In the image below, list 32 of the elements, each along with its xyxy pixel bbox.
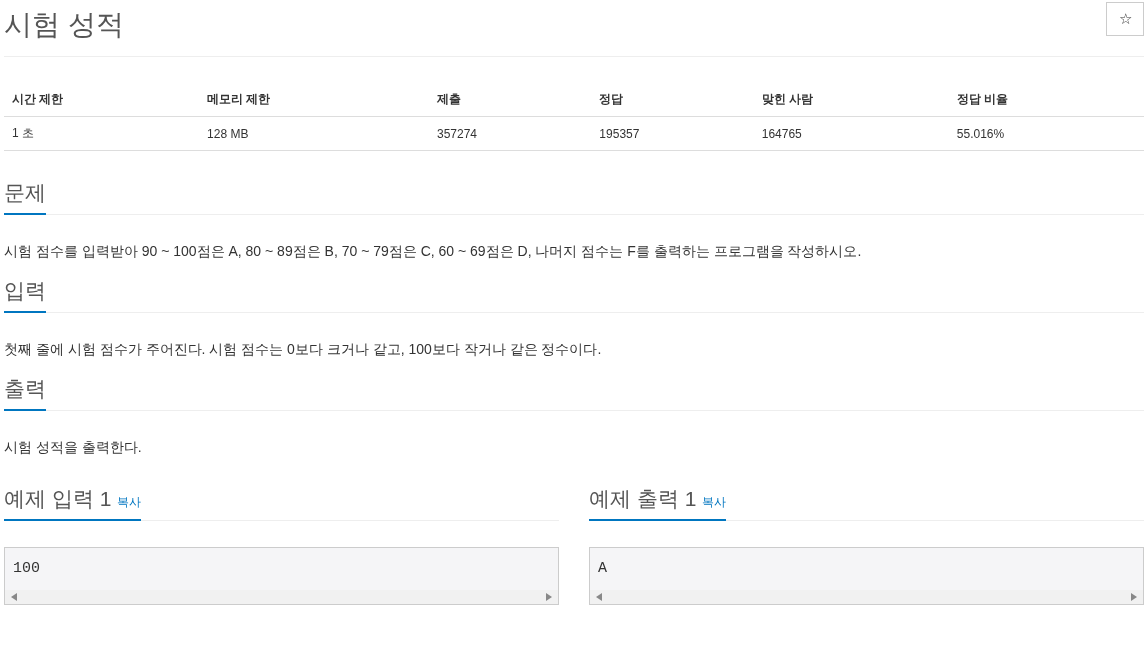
table-cell: 195357 — [591, 116, 754, 151]
section-text: 시험 성적을 출력한다. — [4, 438, 143, 457]
scrollbar[interactable] — [590, 590, 1143, 604]
table-cell: 128 MB — [199, 116, 429, 151]
right-arrow-icon[interactable] — [1131, 593, 1137, 601]
section-heading: 출력 — [4, 375, 46, 411]
sample-title: 예제 출력 1 — [589, 487, 697, 510]
section-heading: 문제 — [4, 179, 46, 215]
table-cell: 1 초 — [4, 116, 200, 151]
star-button[interactable]: ☆ — [1106, 2, 1144, 36]
column-header: 정답 — [591, 83, 754, 117]
right-arrow-icon[interactable] — [546, 593, 552, 601]
table-cell: 164765 — [753, 116, 949, 151]
page-title: 시험 성적 — [4, 8, 124, 42]
column-header: 정답 비율 — [948, 83, 1144, 117]
table-cell: 357274 — [429, 116, 592, 151]
column-header: 메모리 제한 — [199, 83, 429, 117]
table-cell: 55.016% — [948, 116, 1144, 151]
column-header: 제출 — [429, 83, 592, 117]
left-arrow-icon[interactable] — [596, 593, 602, 601]
section-text: 첫째 줄에 시험 점수가 주어진다. 시험 점수는 0보다 크거나 같고, 100보다 작거나 같은 정수이다. — [4, 340, 603, 359]
column-header: 맞힌 사람 — [753, 83, 949, 117]
left-arrow-icon[interactable] — [11, 593, 17, 601]
copy-link[interactable]: 복사 — [702, 495, 727, 509]
scrollbar[interactable] — [5, 590, 558, 604]
column-header: 시간 제한 — [4, 83, 200, 117]
section-heading: 입력 — [4, 277, 46, 313]
sample-content: A — [597, 559, 608, 579]
sample-content: 100 — [12, 559, 41, 579]
copy-link[interactable]: 복사 — [117, 495, 142, 509]
section-text: 시험 점수를 입력받아 90 ~ 100점은 A, 80 ~ 89점은 B, 70 ~ 79점은 C, 60 ~ 69점은 D, 나머지 점수는 F를 출력하는 프로그램을 작성하시오. — [4, 242, 863, 261]
sample-title: 예제 입력 1 — [4, 487, 112, 510]
